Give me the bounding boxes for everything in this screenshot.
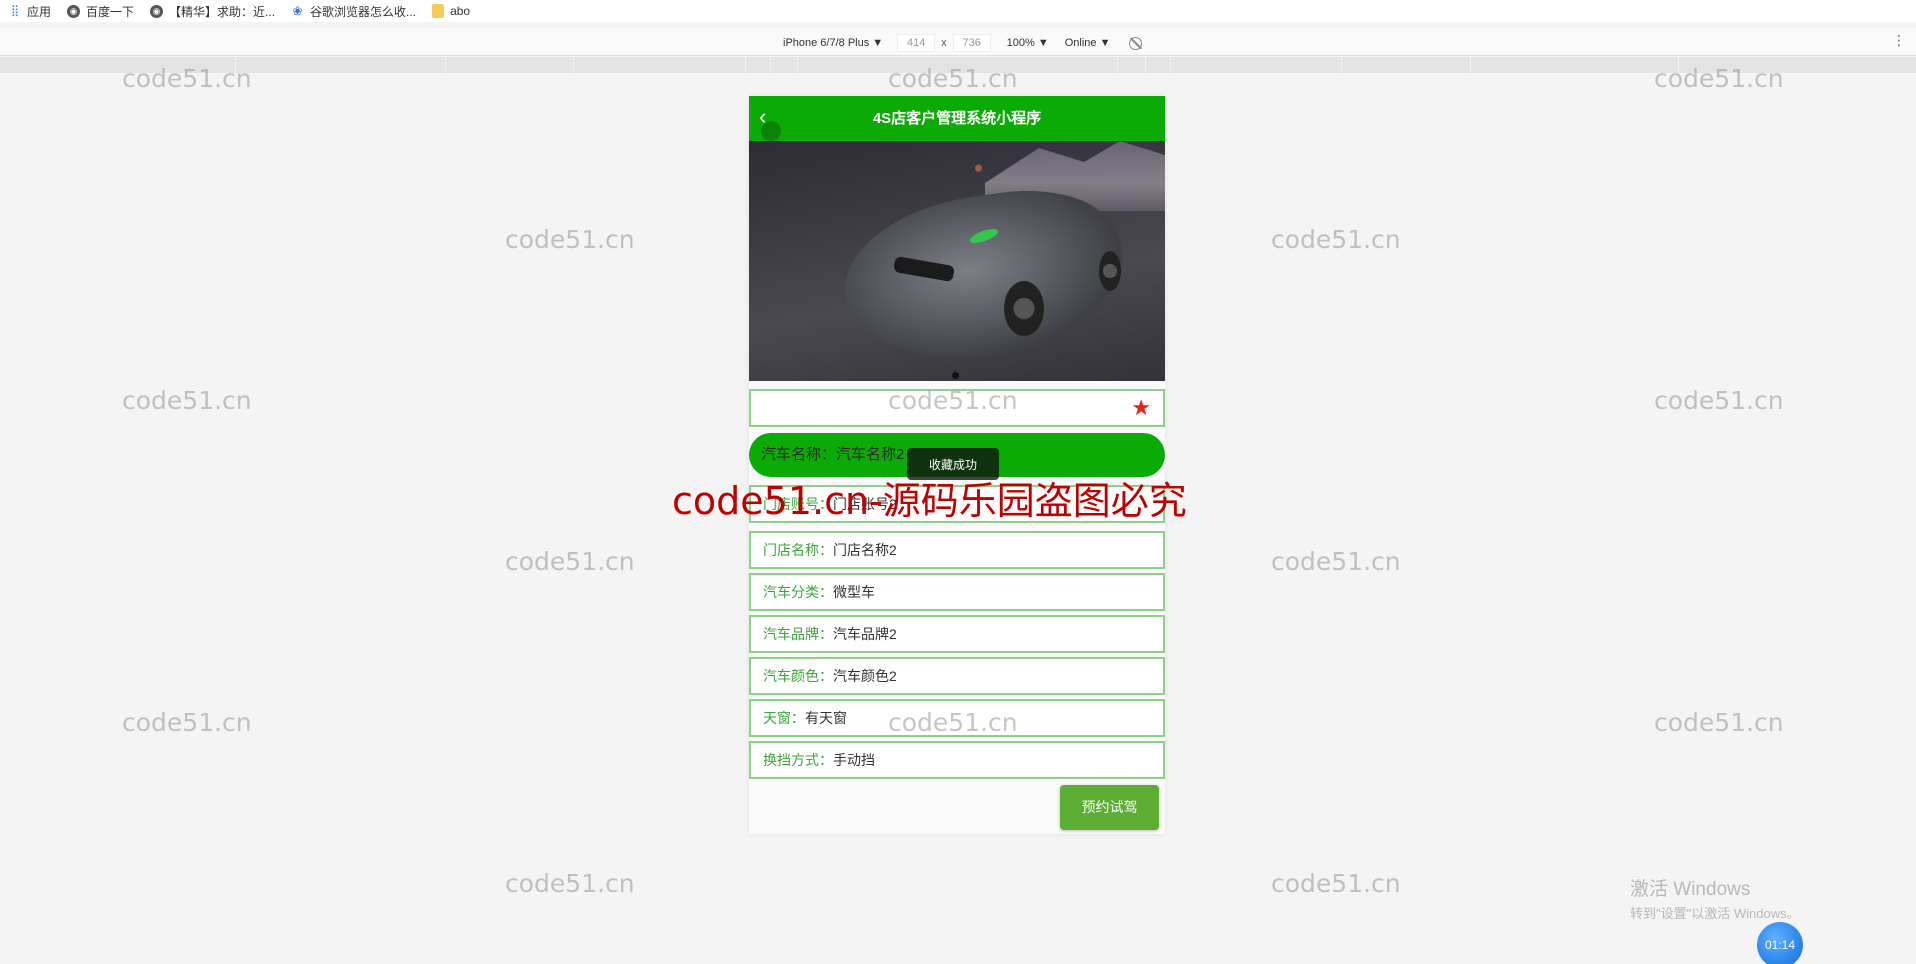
device-select[interactable]: iPhone 6/7/8 Plus ▼: [783, 37, 883, 49]
recording-timer[interactable]: 01:14: [1757, 922, 1803, 964]
nav-bar: ‹ 4S店客户管理系统小程序: [749, 96, 1165, 141]
carousel-indicator-dot[interactable]: [952, 372, 959, 379]
watermark: code51.cn: [1654, 708, 1784, 737]
field-value: 汽车品牌2: [833, 626, 897, 642]
field-store-name: 门店名称：门店名称2: [749, 531, 1165, 569]
car-wheel: [1004, 281, 1044, 336]
field-transmission: 换挡方式：手动挡: [749, 741, 1165, 779]
dimension-separator: x: [941, 37, 947, 49]
watermark: code51.cn: [888, 64, 1018, 93]
car-wheel: [1099, 251, 1121, 291]
globe-icon: ◉: [67, 4, 81, 18]
watermark: code51.cn: [1654, 64, 1784, 93]
watermark: code51.cn: [505, 869, 635, 898]
globe-icon: ◉: [150, 4, 164, 18]
field-label: 汽车分类：: [763, 584, 833, 600]
bookmark-label: 【精华】求助：近...: [169, 4, 276, 19]
folder-icon: [432, 4, 445, 18]
device-toolbar: iPhone 6/7/8 Plus ▼ 414 x 736 100% ▼ Onl…: [0, 28, 1916, 56]
watermark: code51.cn: [122, 386, 252, 415]
bookmark-baidu[interactable]: ◉ 百度一下: [67, 3, 134, 20]
bookmark-help[interactable]: ◉ 【精华】求助：近...: [150, 3, 275, 20]
field-value: 门店名称2: [833, 542, 897, 558]
activation-title: 激活 Windows: [1630, 879, 1751, 900]
network-throttle-select[interactable]: Online ▼: [1065, 37, 1111, 49]
page-title: 4S店客户管理系统小程序: [872, 110, 1042, 127]
field-label: 换挡方式：: [763, 752, 833, 768]
watermark: code51.cn: [1271, 225, 1401, 254]
activation-subtitle: 转到"设置"以激活 Windows。: [1630, 906, 1800, 921]
bookmark-label: 应用: [27, 4, 52, 19]
bookmarks-bar: ⣿ 应用 ◉ 百度一下 ◉ 【精华】求助：近... ❀ 谷歌浏览器怎么收... abo: [0, 0, 1916, 22]
bookmark-label: 百度一下: [86, 4, 135, 19]
viewport-height-input[interactable]: 736: [952, 34, 991, 52]
watermark: code51.cn: [122, 64, 252, 93]
watermark: code51.cn: [122, 708, 252, 737]
baidu-paw-icon: ❀: [292, 3, 303, 18]
watermark: code51.cn: [1654, 386, 1784, 415]
field-car-color: 汽车颜色：汽车颜色2: [749, 657, 1165, 695]
rotate-icon[interactable]: [1128, 36, 1142, 50]
field-car-brand: 汽车品牌：汽车品牌2: [749, 615, 1165, 653]
watermark: code51.cn: [888, 386, 1018, 415]
book-test-drive-button[interactable]: 预约试驾: [1060, 785, 1159, 830]
watermark: code51.cn: [888, 708, 1018, 737]
watermark: code51.cn: [1271, 547, 1401, 576]
touch-indicator: [761, 121, 781, 141]
apps-grid-icon: ⣿: [10, 4, 19, 17]
field-label: 天窗：: [763, 710, 805, 726]
field-value: 汽车名称2: [836, 446, 905, 463]
car-image-carousel[interactable]: [749, 141, 1165, 381]
field-value: 手动挡: [833, 752, 875, 768]
bookmark-apps[interactable]: ⣿ 应用: [8, 3, 51, 20]
zoom-select[interactable]: 100% ▼: [1007, 37, 1049, 49]
watermark: code51.cn: [505, 547, 635, 576]
field-label: 汽车品牌：: [763, 626, 833, 642]
bookmark-abo[interactable]: abo: [432, 4, 470, 18]
star-icon[interactable]: ★: [1131, 395, 1151, 421]
field-car-category: 汽车分类：微型车: [749, 573, 1165, 611]
car-photo: [834, 177, 1134, 375]
watermark: code51.cn: [1271, 869, 1401, 898]
bookmark-label: 谷歌浏览器怎么收...: [310, 4, 417, 19]
more-options-icon[interactable]: ⋮: [1892, 33, 1906, 47]
field-label: 汽车名称：: [761, 446, 837, 463]
viewport-width-input[interactable]: 414: [897, 34, 936, 52]
field-label: 汽车颜色：: [763, 668, 833, 684]
watermark: code51.cn: [505, 225, 635, 254]
watermark-banner: code51.cn-源码乐园盗图必究: [672, 479, 1187, 523]
bookmark-chrome-fav[interactable]: ❀ 谷歌浏览器怎么收...: [291, 3, 417, 20]
field-label: 门店名称：: [763, 542, 833, 558]
bookmark-label: abo: [450, 4, 471, 18]
windows-activation-notice: 激活 Windows 转到"设置"以激活 Windows。: [1630, 874, 1800, 922]
field-value: 微型车: [833, 584, 875, 600]
field-value: 有天窗: [805, 710, 847, 726]
field-value: 汽车颜色2: [833, 668, 897, 684]
